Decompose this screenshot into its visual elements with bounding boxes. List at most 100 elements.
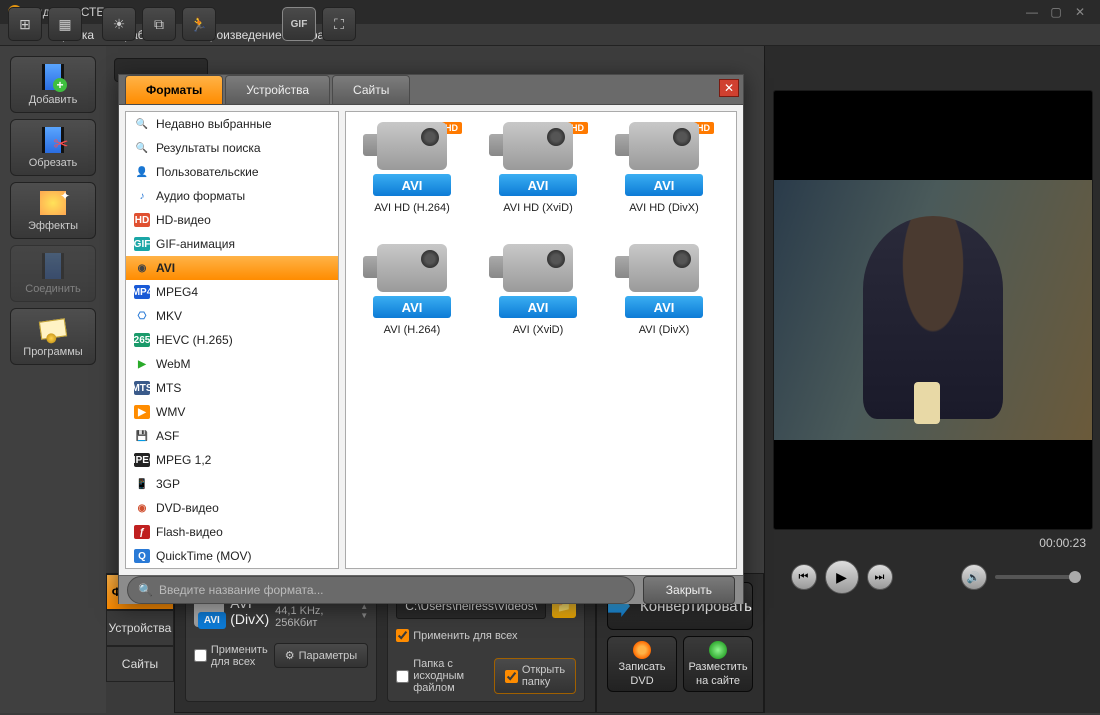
format-type-icon: MTS bbox=[134, 381, 150, 395]
sidebar-item-4[interactable]: HD HD-видео bbox=[126, 208, 338, 232]
format-preset-3[interactable]: AVIAVI (H.264) bbox=[352, 244, 472, 360]
sidebar-item-15[interactable]: 📱 3GP bbox=[126, 472, 338, 496]
publish-button[interactable]: Разместить на сайте bbox=[683, 636, 753, 692]
gif-button[interactable]: GIF bbox=[282, 7, 316, 41]
modal-sidebar[interactable]: 🔍 Недавно выбранные 🔍Результаты поиска👤Пол… bbox=[125, 111, 339, 569]
format-type-icon: ⎔ bbox=[134, 309, 150, 323]
sidebar-item-12[interactable]: ▶WMV bbox=[126, 400, 338, 424]
speed-icon[interactable]: 🏃 bbox=[182, 7, 216, 41]
sidebar-item-17[interactable]: ƒ Flash-видео bbox=[126, 520, 338, 544]
format-type-icon: HD bbox=[134, 213, 150, 227]
format-type-icon: 🔍 bbox=[134, 141, 150, 155]
tool-icon-1[interactable]: ⊞ bbox=[8, 7, 42, 41]
sidebar-item-label: HD-видео bbox=[156, 213, 211, 227]
open-folder-button[interactable]: Открыть папку bbox=[494, 658, 576, 694]
sidebar-item-8[interactable]: ⎔ MKV bbox=[126, 304, 338, 328]
source-folder-checkbox[interactable]: Папка с исходным файлом bbox=[396, 658, 488, 694]
prev-button[interactable]: ⏮ bbox=[791, 564, 817, 590]
format-type-icon: ▶ bbox=[134, 357, 150, 371]
sidebar-item-9[interactable]: 265HEVC (H.265) bbox=[126, 328, 338, 352]
tab-devices[interactable]: Устройства bbox=[106, 610, 174, 646]
format-type-icon: MPEG bbox=[134, 453, 150, 467]
sidebar-item-7[interactable]: MP4MPEG4 bbox=[126, 280, 338, 304]
stepper-icon[interactable]: ▲▼ bbox=[360, 602, 368, 620]
gear-icon: ⚙ bbox=[285, 649, 295, 662]
modal-search[interactable]: 🔍 Введите название формата... bbox=[127, 576, 635, 604]
sidebar-item-label: 3GP bbox=[156, 477, 180, 491]
modal-tab-sites[interactable]: Сайты bbox=[332, 75, 410, 104]
format-preset-label: AVI HD (DivX) bbox=[629, 202, 698, 214]
apply-all-checkbox[interactable]: Применить для всех bbox=[194, 644, 268, 668]
sidebar-item-label: DVD-видео bbox=[156, 501, 219, 515]
camcorder-icon bbox=[377, 244, 447, 292]
video-preview[interactable] bbox=[773, 90, 1093, 530]
sidebar-item-14[interactable]: MPEG MPEG 1,2 bbox=[126, 448, 338, 472]
sidebar-item-label: Flash-видео bbox=[156, 525, 223, 539]
sidebar-item-label: ASF bbox=[156, 429, 179, 443]
sidebar-item-label: Недавно выбранные bbox=[156, 117, 272, 131]
crop-label: Обрезать bbox=[29, 157, 78, 169]
sidebar-item-3[interactable]: ♪Аудио форматы bbox=[126, 184, 338, 208]
playback-controls: ⏮ ▶ ⏭ 🔊 bbox=[765, 556, 1100, 598]
next-button[interactable]: ⏭ bbox=[867, 564, 893, 590]
crop-icon[interactable]: ⧉ bbox=[142, 7, 176, 41]
volume-slider[interactable] bbox=[995, 575, 1075, 579]
apply-all-checkbox-2[interactable]: Применить для всех bbox=[396, 629, 576, 642]
modal-tab-formats[interactable]: Форматы bbox=[125, 75, 223, 104]
crop-button[interactable]: ✂ Обрезать bbox=[10, 119, 96, 176]
format-preset-5[interactable]: AVIAVI (DivX) bbox=[604, 244, 724, 360]
sidebar-item-10[interactable]: ▶WebM bbox=[126, 352, 338, 376]
format-preset-2[interactable]: HDAVIAVI HD (DivX) bbox=[604, 122, 724, 238]
sidebar-item-13[interactable]: 💾ASF bbox=[126, 424, 338, 448]
sidebar-item-0[interactable]: 🔍 Недавно выбранные bbox=[126, 112, 338, 136]
modal-close-icon[interactable]: ✕ bbox=[719, 79, 739, 97]
sidebar-item-label: Аудио форматы bbox=[156, 189, 245, 203]
tool-icon-2[interactable]: ▦ bbox=[48, 7, 82, 41]
burn-dvd-button[interactable]: Записать DVD bbox=[607, 636, 677, 692]
join-button[interactable]: Соединить bbox=[10, 245, 96, 302]
format-modal: Форматы Устройства Сайты ✕ 🔍 Недавно выбр… bbox=[118, 74, 744, 604]
camcorder-icon bbox=[377, 122, 447, 170]
programs-button[interactable]: Программы bbox=[10, 308, 96, 365]
sidebar-item-2[interactable]: 👤Пользовательские bbox=[126, 160, 338, 184]
tab-sites[interactable]: Сайты bbox=[106, 646, 174, 682]
sidebar-item-label: MKV bbox=[156, 309, 182, 323]
sidebar-item-label: AVI bbox=[156, 261, 175, 275]
modal-tabs: Форматы Устройства Сайты ✕ bbox=[119, 75, 743, 104]
format-type-icon: 📱 bbox=[134, 477, 150, 491]
camcorder-icon bbox=[503, 122, 573, 170]
effects-label: Эффекты bbox=[28, 220, 78, 232]
sidebar-item-11[interactable]: MTSMTS bbox=[126, 376, 338, 400]
format-type-icon: ▶ bbox=[134, 405, 150, 419]
camcorder-icon bbox=[629, 122, 699, 170]
format-preset-1[interactable]: HDAVIAVI HD (XviD) bbox=[478, 122, 598, 238]
format-badge: AVI bbox=[499, 296, 577, 318]
film-add-icon: + bbox=[42, 64, 64, 90]
sidebar-item-6[interactable]: ◉AVI bbox=[126, 256, 338, 280]
format-type-icon: 265 bbox=[134, 333, 150, 347]
sidebar-item-5[interactable]: GIFGIF-анимация bbox=[126, 232, 338, 256]
modal-tab-devices[interactable]: Устройства bbox=[225, 75, 330, 104]
fullscreen-icon[interactable]: ⛶ bbox=[322, 7, 356, 41]
join-label: Соединить bbox=[25, 283, 81, 295]
play-button[interactable]: ▶ bbox=[825, 560, 859, 594]
format-type-icon: ƒ bbox=[134, 525, 150, 539]
add-button[interactable]: + Добавить bbox=[10, 56, 96, 113]
format-type-icon: 🔍 bbox=[134, 117, 150, 131]
modal-close-button[interactable]: Закрыть bbox=[643, 576, 735, 604]
format-preset-label: AVI (XviD) bbox=[513, 324, 564, 336]
sidebar-item-label: MPEG 1,2 bbox=[156, 453, 211, 467]
sidebar-item-18[interactable]: QQuickTime (MOV) bbox=[126, 544, 338, 568]
modal-grid: HDAVIAVI HD (H.264)HDAVIAVI HD (XviD)HDA… bbox=[345, 111, 737, 569]
format-preset-0[interactable]: HDAVIAVI HD (H.264) bbox=[352, 122, 472, 238]
volume-button[interactable]: 🔊 bbox=[961, 564, 987, 590]
format-preset-label: AVI (H.264) bbox=[384, 324, 441, 336]
effects-button[interactable]: Эффекты bbox=[10, 182, 96, 239]
brightness-icon[interactable]: ☀ bbox=[102, 7, 136, 41]
format-badge: AVI bbox=[373, 174, 451, 196]
format-badge: AVI bbox=[198, 612, 226, 629]
sidebar-item-1[interactable]: 🔍Результаты поиска bbox=[126, 136, 338, 160]
format-preset-4[interactable]: AVI AVI (XviD) bbox=[478, 244, 598, 360]
params-button[interactable]: ⚙Параметры bbox=[274, 643, 369, 668]
sidebar-item-16[interactable]: ◉DVD-видео bbox=[126, 496, 338, 520]
